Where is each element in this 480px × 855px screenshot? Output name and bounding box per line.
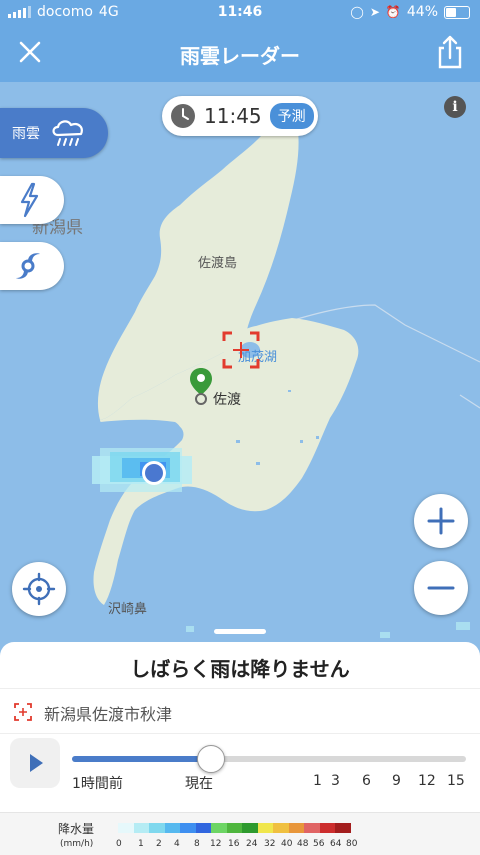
city-label: 佐渡 <box>213 392 241 408</box>
app-header: 雨雲レーダー <box>0 26 480 82</box>
legend-value: 24 <box>246 839 258 849</box>
legend-value: 48 <box>297 839 309 849</box>
sheet-drag-handle[interactable] <box>214 629 266 634</box>
legend-title: 降水量 <box>58 822 95 836</box>
legend-swatch <box>211 823 227 833</box>
crosshair-icon <box>22 572 56 606</box>
timeline-slider[interactable] <box>72 756 466 762</box>
legend-value: 16 <box>228 839 240 849</box>
legend-value: 8 <box>194 839 200 849</box>
legend-swatch <box>226 823 242 833</box>
alarm-icon: ⏰ <box>385 5 401 19</box>
legend-swatch <box>319 823 335 833</box>
share-icon[interactable] <box>434 34 466 70</box>
status-bar: docomo 4G 11:46 ◯ ➤ ⏰ 44% <box>0 0 480 26</box>
forecast-badge: 予測 <box>269 103 314 129</box>
legend-value: 4 <box>174 839 180 849</box>
legend-value: 1 <box>138 839 144 849</box>
target-marker-icon <box>222 331 260 369</box>
legend-swatch <box>164 823 180 833</box>
rain-cloud-icon <box>52 120 83 146</box>
legend-value: 40 <box>281 839 293 849</box>
timeline-label: 3 <box>331 773 340 789</box>
legend-value: 2 <box>156 839 162 849</box>
forecast-message: しばらく雨は降りません <box>130 657 350 681</box>
time-indicator[interactable]: 11:45 予測 <box>162 96 318 136</box>
legend-swatch <box>149 823 165 833</box>
locate-me-button[interactable] <box>12 562 66 616</box>
current-location-dot <box>142 461 166 485</box>
timeline-label: 15 <box>447 773 465 789</box>
map-pin-icon[interactable] <box>189 367 213 405</box>
location-row[interactable]: 新潟県佐渡市秋津 <box>0 688 480 734</box>
play-icon <box>30 754 43 772</box>
target-location-icon <box>14 703 32 721</box>
legend-value: 80 <box>346 839 358 849</box>
layer-rain-label: 雨雲 <box>12 126 40 142</box>
zoom-in-button[interactable] <box>414 494 468 548</box>
page-title: 雨雲レーダー <box>180 44 300 68</box>
legend-swatch <box>242 823 258 833</box>
legend-swatch <box>195 823 211 833</box>
legend-swatch <box>335 823 351 833</box>
cape-label: 沢崎鼻 <box>108 602 148 617</box>
lightning-icon <box>20 182 39 218</box>
timeline-label: 現在 <box>185 776 213 792</box>
legend-swatch <box>133 823 149 833</box>
legend-value: 0 <box>116 839 122 849</box>
legend-swatch <box>273 823 289 833</box>
battery-icon <box>444 5 470 19</box>
legend-value: 64 <box>330 839 342 849</box>
info-icon[interactable]: i <box>444 96 466 118</box>
layer-rain-button[interactable]: 雨雲 <box>0 108 108 158</box>
timeline-label: 1 <box>313 773 322 789</box>
forecast-time: 11:45 <box>204 104 262 128</box>
orientation-lock-icon: ◯ <box>350 5 364 19</box>
legend-value: 32 <box>264 839 276 849</box>
legend-swatch <box>257 823 273 833</box>
map-view[interactable]: 佐渡島 加茂湖 佐渡 沢崎鼻 新潟県 <box>0 82 480 642</box>
precipitation-legend: 降水量 (mm/h) 0 1 2 4 8 12 16 24 32 40 48 56 64 80 <box>0 812 480 855</box>
play-button[interactable] <box>10 738 60 788</box>
zoom-out-button[interactable] <box>414 561 468 615</box>
legend-value: 56 <box>313 839 325 849</box>
legend-swatch <box>118 823 134 833</box>
location-arrow-icon: ➤ <box>369 5 380 19</box>
legend-value: 12 <box>210 839 222 849</box>
legend-swatch <box>180 823 196 833</box>
battery-percent: 44% <box>406 4 438 20</box>
layer-typhoon-button[interactable] <box>0 242 64 290</box>
minus-icon <box>427 586 455 590</box>
timeline-thumb[interactable] <box>197 745 225 773</box>
legend-color-scale <box>118 823 351 833</box>
timeline-label: 12 <box>418 773 436 789</box>
clock-icon <box>171 104 195 128</box>
plus-icon <box>427 507 455 535</box>
location-address: 新潟県佐渡市秋津 <box>44 705 173 724</box>
legend-swatch <box>304 823 320 833</box>
typhoon-icon <box>16 253 40 279</box>
timeline-progress <box>72 756 210 762</box>
layer-lightning-button[interactable] <box>0 176 64 224</box>
legend-unit: (mm/h) <box>60 839 94 849</box>
timeline-label: 1時間前 <box>72 776 123 792</box>
timeline-label: 9 <box>392 773 401 789</box>
timeline-label: 6 <box>362 773 371 789</box>
legend-swatch <box>288 823 304 833</box>
island-label: 佐渡島 <box>198 256 238 271</box>
